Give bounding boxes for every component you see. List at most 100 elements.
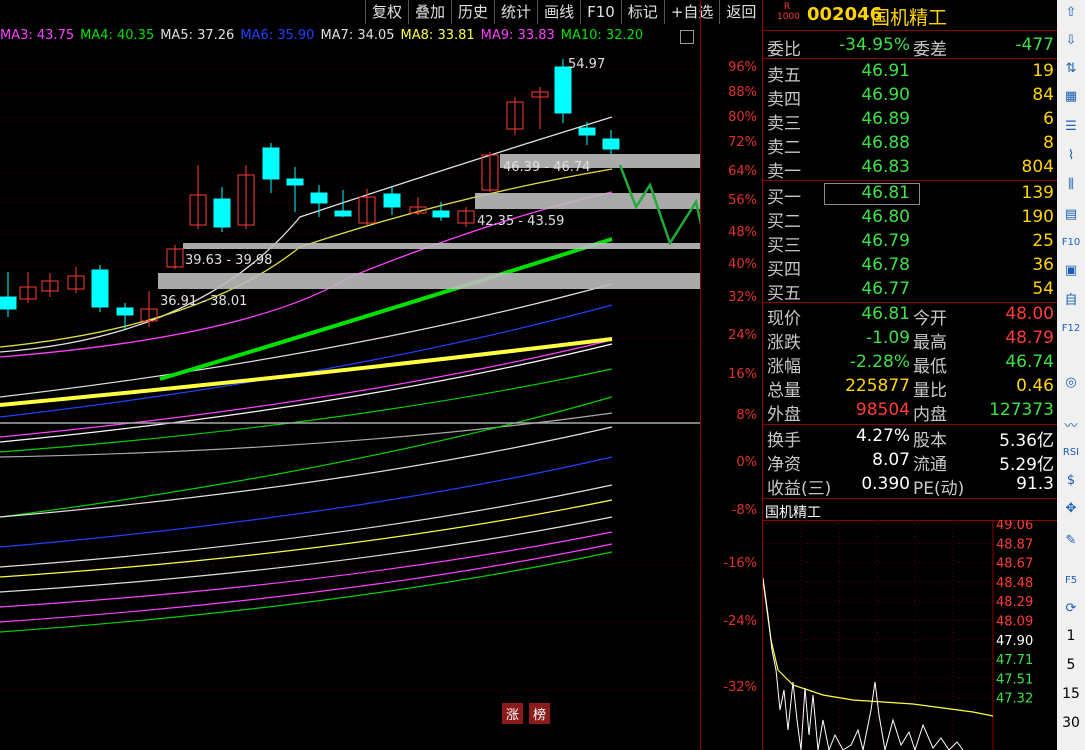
zhang-button[interactable]: 涨 (502, 703, 524, 724)
calc-icon[interactable]: ▣ (1060, 260, 1082, 282)
ma-line (0, 412, 613, 458)
percent-axis: 96% 88% 80% 72% 64% 56% 48% 40% 32% 24% 16% 8% 0% -8%… (700, 0, 763, 750)
toolbar-button[interactable]: 画线 (537, 0, 580, 24)
ma-legend-item: MA9: 33.83 (480, 28, 555, 43)
zhang-bang[interactable]: 涨 榜 (502, 703, 551, 724)
stat-value: 46.81 (861, 304, 910, 324)
f5-icon[interactable]: F5 (1060, 570, 1082, 592)
stat-row: 涨跌 -1.09 最高 48.79 (763, 328, 1058, 353)
stat-value: 48.79 (1005, 328, 1054, 348)
dollar-icon[interactable]: $ (1060, 470, 1082, 492)
percent-tick: -24% (723, 614, 757, 629)
move-icon[interactable]: ✥ (1060, 498, 1082, 520)
ma-legend-item: MA6: 35.90 (240, 28, 315, 43)
panel-toggle-icon[interactable] (680, 30, 694, 44)
kline-icon[interactable]: ⫼ (1060, 174, 1082, 196)
bid-label: 买三 (767, 236, 801, 256)
stat-label: 净资 (767, 455, 801, 475)
ask-price: 46.89 (861, 109, 910, 129)
tool-sidebar: ⇧ ⇩ ⇅ ▦ ☰ ⌇ ⫼ ▤ F10 ▣ 自 F12 ◎ 〰 RSI $ ✥ ✎ F5 ⟳ 1 5 15 30 (1057, 0, 1085, 750)
self-icon[interactable]: 自 (1060, 290, 1082, 312)
toolbar-button[interactable]: 标记 (620, 0, 664, 24)
candle-body (383, 193, 401, 208)
mini-axis-tick: 48.87 (996, 537, 1033, 552)
stat-value: 91.3 (1016, 474, 1054, 494)
stock-name: 国机精工 (871, 7, 948, 29)
ask-row: 卖一 46.83 804 (763, 157, 1058, 182)
ask-volume: 84 (1032, 85, 1054, 105)
stat-label: 涨幅 (767, 357, 801, 377)
stat-row: 外盘 98504 内盘 127373 (763, 400, 1058, 425)
stat-label: 流通 (913, 455, 947, 475)
price-line (763, 577, 964, 750)
toolbar-button[interactable]: 统计 (494, 0, 537, 24)
toolbar-button[interactable]: 历史 (451, 0, 494, 24)
percent-tick: 96% (728, 60, 757, 75)
up-arrow-icon[interactable]: ⇧ (1060, 2, 1082, 24)
period-button[interactable]: 5 (1059, 657, 1083, 673)
bid-volume: 36 (1032, 255, 1054, 275)
toolbar-button[interactable]: 叠加 (408, 0, 451, 24)
candle-body (0, 296, 17, 310)
mini-axis-tick: 47.90 (996, 634, 1033, 649)
percent-tick: 88% (728, 85, 757, 100)
table-icon[interactable]: ▦ (1060, 86, 1082, 108)
candle-body (554, 66, 572, 114)
percent-tick: -16% (723, 556, 757, 571)
ask-row: 卖四 46.90 84 (763, 85, 1058, 110)
wave-icon[interactable]: 〰 (1060, 416, 1082, 438)
price-zone (183, 243, 700, 249)
report-icon[interactable]: ▤ (1060, 204, 1082, 226)
bid-label: 买二 (767, 212, 801, 232)
market-badge: R 1000 (777, 2, 800, 22)
stat-value: 5.29亿 (999, 455, 1054, 475)
pen-icon[interactable]: ✎ (1060, 530, 1082, 552)
stat-label: 收益(三) (767, 479, 832, 499)
stat-row: 总量 225877 量比 0.46 (763, 376, 1058, 401)
period-button[interactable]: 1 (1059, 628, 1083, 644)
ask-row: 卖三 46.89 6 (763, 109, 1058, 134)
ma-line (0, 551, 613, 633)
sort-icon[interactable]: ⇅ (1060, 58, 1082, 80)
f12-icon[interactable]: F12 (1060, 318, 1082, 340)
bid-price: 46.77 (861, 279, 910, 299)
candle-body (578, 127, 596, 136)
stat-label: 今开 (913, 309, 947, 329)
list-icon[interactable]: ☰ (1060, 116, 1082, 138)
percent-tick: 32% (728, 290, 757, 305)
ma-legend: MA3: 43.75 MA4: 40.35 MA5: 37.26 MA6: 35.90… (0, 28, 649, 48)
bang-button[interactable]: 榜 (529, 703, 551, 724)
stat-value: 127373 (989, 400, 1054, 420)
zone-label: 46.39 - 46.74 (503, 160, 590, 175)
ma-legend-item: MA10: 32.20 (560, 28, 644, 43)
quote-panel: R 1000 002046 国机精工 委比 -34.95% 委差 -477 卖五… (762, 0, 1058, 750)
ma-legend-item: MA8: 33.81 (400, 28, 475, 43)
rsi-icon[interactable]: RSI (1060, 442, 1082, 464)
bid-volume: 54 (1032, 279, 1054, 299)
stat-label: 股本 (913, 431, 947, 451)
percent-tick: 40% (728, 257, 757, 272)
toolbar-button[interactable]: 复权 (365, 0, 408, 24)
toolbar-button[interactable]: F10 (580, 0, 621, 24)
period-button[interactable]: 30 (1059, 715, 1083, 731)
trend-icon[interactable]: ⌇ (1060, 145, 1082, 167)
circle-icon[interactable]: ◎ (1060, 372, 1082, 394)
ma-legend-item: MA7: 34.05 (320, 28, 395, 43)
percent-tick: 8% (736, 408, 757, 423)
stat-label: PE(动) (913, 479, 965, 499)
f10-icon[interactable]: F10 (1060, 232, 1082, 254)
bid-volume: 190 (1021, 207, 1054, 227)
percent-tick: 0% (736, 455, 757, 470)
bid-volume: 25 (1032, 231, 1054, 251)
ask-price: 46.91 (861, 61, 910, 81)
percent-tick: 64% (728, 164, 757, 179)
down-arrow-icon[interactable]: ⇩ (1060, 30, 1082, 52)
refresh-icon[interactable]: ⟳ (1060, 598, 1082, 620)
mini-axis-tick: 49.06 (996, 520, 1033, 533)
candle-body (432, 210, 450, 218)
ask-row: 卖二 46.88 8 (763, 133, 1058, 158)
period-button[interactable]: 15 (1059, 686, 1083, 702)
stat-value: 98504 (855, 400, 910, 420)
candle-body (334, 210, 352, 217)
ma-legend-item: MA5: 37.26 (160, 28, 235, 43)
